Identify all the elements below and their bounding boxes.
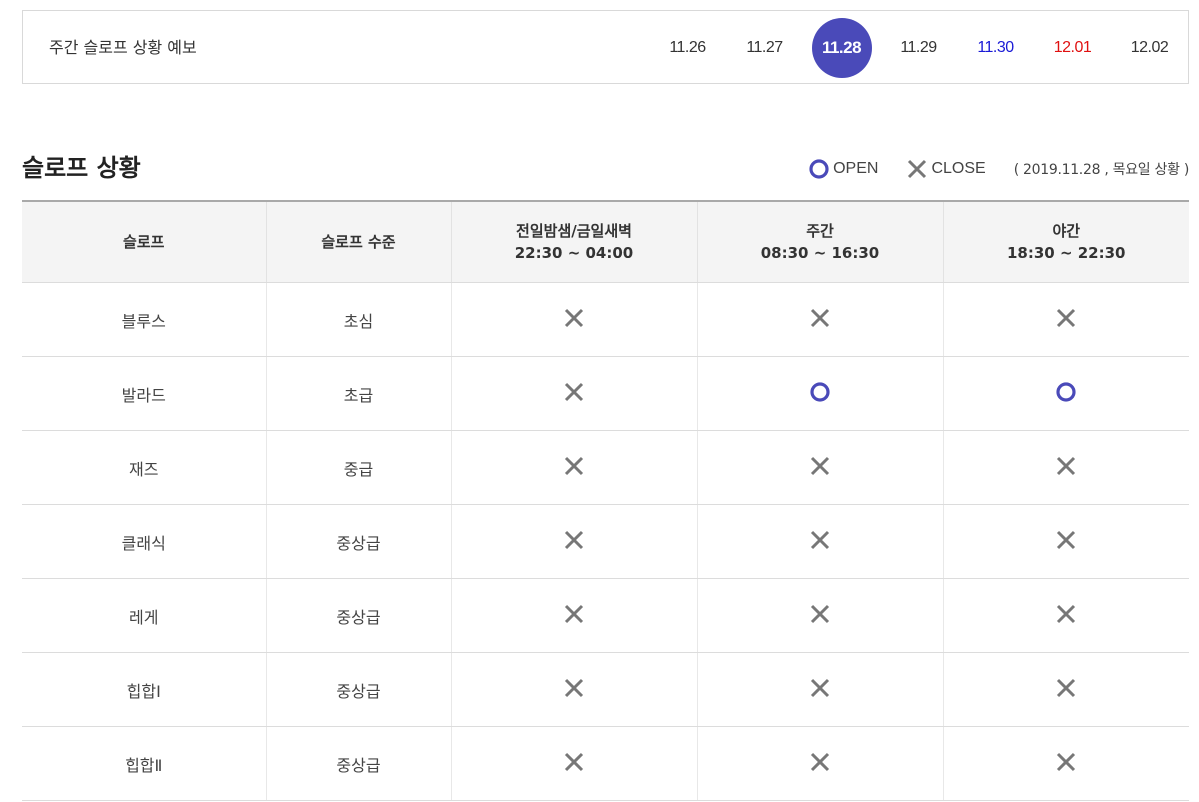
slope-level: 중상급: [266, 504, 452, 579]
forecast-title: 주간 슬로프 상황 예보: [49, 38, 197, 57]
forecast-date-5[interactable]: 12.01: [1034, 11, 1111, 85]
circle-icon: [1055, 381, 1077, 407]
forecast-date-label: 11.28: [811, 18, 872, 78]
status-cell: [451, 430, 698, 505]
slope-level: 중상급: [266, 652, 452, 727]
status-cell: [943, 652, 1189, 727]
slope-level: 초급: [266, 356, 452, 431]
forecast-date-label: 12.02: [1130, 39, 1169, 56]
table-header-row: 슬로프 슬로프 수준 전일밤샘/금일새벽 22:30 ~ 04:00 주간 08:3…: [22, 200, 1189, 283]
legend-close-label: CLOSE: [931, 160, 986, 177]
status-cell: [943, 726, 1189, 801]
forecast-date-4[interactable]: 11.30: [957, 11, 1034, 85]
status-cell: [697, 726, 944, 801]
legend: OPEN CLOSE ( 2019.11.28 , 목요일 상황 ): [808, 158, 1189, 180]
x-icon: [1055, 307, 1077, 333]
legend-close: CLOSE: [906, 158, 986, 180]
x-icon: [809, 603, 831, 629]
legend-open-label: OPEN: [833, 160, 879, 177]
table-row: 재즈 중급: [22, 430, 1189, 505]
status-cell: [697, 504, 944, 579]
x-icon: [1055, 455, 1077, 481]
status-cell: [697, 282, 944, 357]
slope-name: 레게: [22, 578, 267, 653]
slope-status-table: 슬로프 슬로프 수준 전일밤샘/금일새벽 22:30 ~ 04:00 주간 08:3…: [22, 200, 1189, 801]
header-slope: 슬로프: [22, 200, 267, 283]
x-icon: [563, 529, 585, 555]
status-cell: [697, 652, 944, 727]
x-icon: [563, 603, 585, 629]
table-row: 발라드 초급: [22, 356, 1189, 431]
header-overnight: 전일밤샘/금일새벽 22:30 ~ 04:00: [451, 200, 698, 283]
slope-level: 중급: [266, 430, 452, 505]
x-icon: [809, 677, 831, 703]
table-row: 힙합Ⅱ 중상급: [22, 726, 1189, 801]
x-icon: [563, 677, 585, 703]
slope-level: 중상급: [266, 726, 452, 801]
x-icon: [809, 455, 831, 481]
circle-icon: [809, 159, 829, 179]
x-icon: [1055, 529, 1077, 555]
x-icon: [563, 455, 585, 481]
status-cell: [697, 578, 944, 653]
status-cell: [697, 430, 944, 505]
x-icon: [908, 159, 927, 179]
x-icon: [1055, 603, 1077, 629]
x-icon: [563, 307, 585, 333]
slope-name: 힙합Ⅰ: [22, 652, 267, 727]
header-slope-level: 슬로프 수준: [266, 200, 452, 283]
status-cell: [943, 430, 1189, 505]
status-cell: [451, 652, 698, 727]
table-row: 레게 중상급: [22, 578, 1189, 653]
status-cell: [451, 578, 698, 653]
status-date: ( 2019.11.28 , 목요일 상황 ): [1013, 162, 1190, 178]
circle-icon: [809, 381, 831, 407]
header-day: 주간 08:30 ~ 16:30: [697, 200, 944, 283]
status-cell: [943, 356, 1189, 431]
forecast-dates: 11.26 11.27 11.28 11.29 11.30 12.01 12.02: [649, 11, 1188, 85]
forecast-date-label: 11.30: [977, 39, 1014, 56]
forecast-date-6[interactable]: 12.02: [1111, 11, 1188, 85]
table-row: 클래식 중상급: [22, 504, 1189, 579]
x-icon: [563, 751, 585, 777]
status-cell: [451, 356, 698, 431]
forecast-date-1[interactable]: 11.27: [726, 11, 803, 85]
status-cell: [451, 282, 698, 357]
forecast-date-label: 11.29: [900, 39, 937, 56]
slope-name: 힙합Ⅱ: [22, 726, 267, 801]
slope-name: 발라드: [22, 356, 267, 431]
forecast-date-label: 12.01: [1053, 39, 1092, 56]
status-cell: [451, 726, 698, 801]
section-title: 슬로프 상황: [22, 154, 141, 182]
forecast-date-0[interactable]: 11.26: [649, 11, 726, 85]
table-row: 블루스 초심: [22, 282, 1189, 357]
status-cell: [451, 504, 698, 579]
weekly-forecast-bar: 주간 슬로프 상황 예보 11.26 11.27 11.28 11.29 11.30 12…: [22, 10, 1189, 84]
slope-name: 재즈: [22, 430, 267, 505]
x-icon: [809, 751, 831, 777]
slope-name: 블루스: [22, 282, 267, 357]
status-cell: [943, 282, 1189, 357]
x-icon: [563, 381, 585, 407]
x-icon: [1055, 751, 1077, 777]
slope-level: 초심: [266, 282, 452, 357]
status-cell: [943, 578, 1189, 653]
slope-name: 클래식: [22, 504, 267, 579]
status-cell: [943, 504, 1189, 579]
forecast-date-2[interactable]: 11.28: [803, 11, 880, 85]
forecast-date-label: 11.26: [669, 39, 706, 56]
x-icon: [1055, 677, 1077, 703]
header-night: 야간 18:30 ~ 22:30: [943, 200, 1189, 283]
legend-open: OPEN: [808, 158, 878, 180]
forecast-date-3[interactable]: 11.29: [880, 11, 957, 85]
slope-level: 중상급: [266, 578, 452, 653]
forecast-date-label: 11.27: [746, 39, 783, 56]
x-icon: [809, 307, 831, 333]
table-row: 힙합Ⅰ 중상급: [22, 652, 1189, 727]
x-icon: [809, 529, 831, 555]
status-cell: [697, 356, 944, 431]
